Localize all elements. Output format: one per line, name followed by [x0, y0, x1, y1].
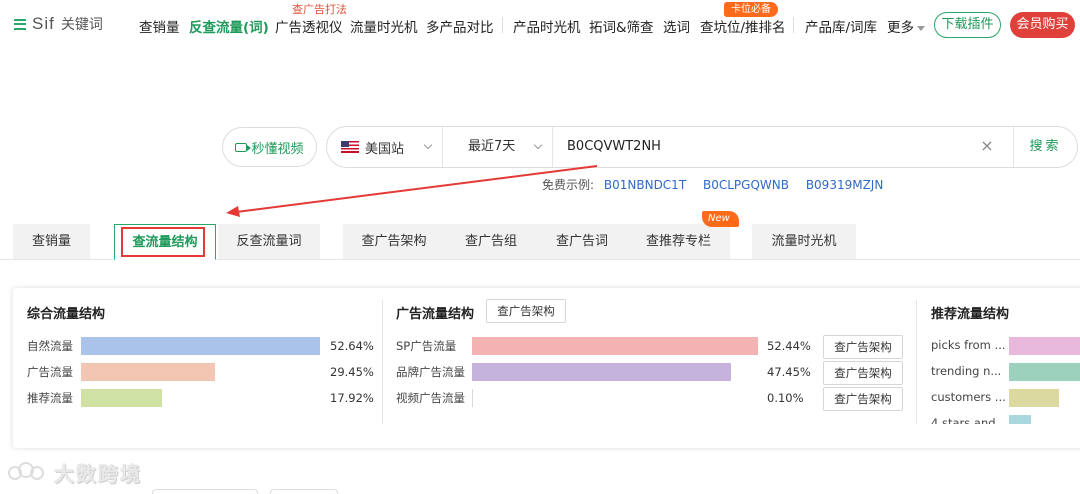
recommend-row-label: picks from ... — [931, 338, 1006, 352]
watermark-logo-icon — [8, 460, 48, 486]
recommend-bar — [1009, 363, 1080, 381]
watermark: 大数跨境 — [8, 458, 142, 487]
watermark-text: 大数跨境 — [54, 462, 142, 486]
recommend-bar — [1009, 415, 1031, 424]
bottom-control — [270, 489, 338, 494]
recommend-row-label: customers ... — [931, 390, 1006, 404]
recommend-row-label: trending n... — [931, 364, 1002, 378]
recommend-row-label: 4 stars and ... — [931, 416, 1011, 424]
recommend-bar — [1009, 389, 1059, 407]
bottom-control — [152, 489, 258, 494]
recommend-bar — [1009, 337, 1080, 355]
